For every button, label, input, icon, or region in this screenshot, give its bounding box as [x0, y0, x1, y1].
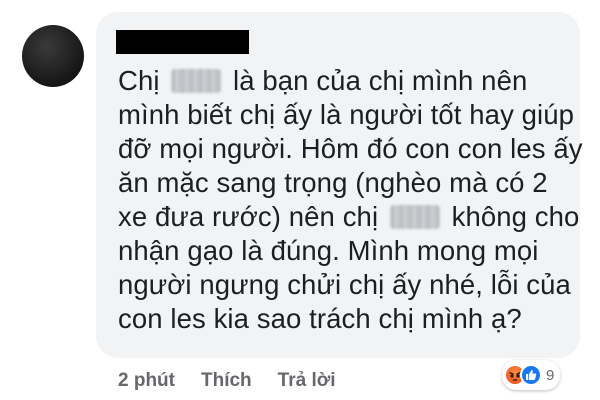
- comment-line: người ngưng chửi chị ấy nhé, lỗi của: [118, 269, 571, 300]
- comment-line: mình biết chị ấy là người tốt hay giúp: [118, 99, 575, 130]
- text-segment: không cho: [443, 201, 580, 232]
- comment-line: Chị là bạn của chị mình nên: [118, 64, 560, 98]
- text-segment: Chị: [118, 65, 168, 96]
- comment-line: ăn mặc sang trọng (nghèo mà có 2: [118, 167, 548, 198]
- comment-line: đỡ mọi người. Hôm đó con con les ấy: [118, 133, 583, 164]
- comment-text: Chị là bạn của chị mình nên mình biết ch…: [118, 64, 583, 336]
- comment-line: nhận gạo là đúng. Mình mong mọi: [118, 235, 539, 266]
- text-segment: xe đưa rước) nên chị: [118, 201, 386, 232]
- redacted-name: [171, 68, 222, 93]
- text-segment: là bạn của chị mình nên: [225, 65, 528, 96]
- comment-actions: 2 phút Thích Trả lời: [118, 370, 362, 392]
- comment-line: xe đưa rước) nên chị không cho: [118, 200, 579, 234]
- like-button[interactable]: Thích: [201, 370, 252, 392]
- comment-timestamp[interactable]: 2 phút: [118, 370, 175, 392]
- avatar[interactable]: [22, 25, 84, 87]
- reaction-summary[interactable]: 9: [502, 360, 561, 390]
- author-name-redacted[interactable]: [116, 30, 249, 54]
- reaction-count: 9: [546, 366, 555, 384]
- like-icon: [520, 364, 542, 386]
- reply-button[interactable]: Trả lời: [278, 370, 336, 392]
- comment-line: con les kia sao trách chị mình ạ?: [118, 303, 522, 334]
- redacted-name: [389, 204, 440, 229]
- comment-bubble: Chị là bạn của chị mình nên mình biết ch…: [96, 12, 583, 358]
